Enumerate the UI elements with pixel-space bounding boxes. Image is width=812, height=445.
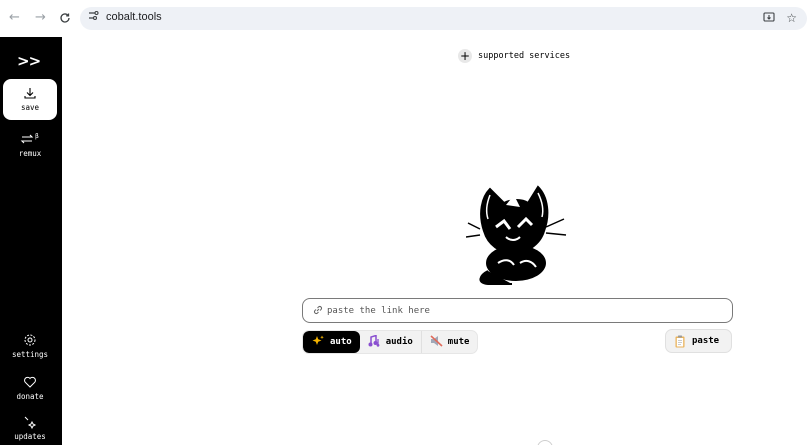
link-input[interactable] <box>327 302 722 319</box>
address-bar[interactable]: cobalt.tools ☆ <box>80 7 807 30</box>
heart-icon <box>3 374 57 390</box>
mode-label: mute <box>447 337 470 347</box>
mode-audio-button[interactable]: audio <box>360 331 421 353</box>
sidebar-item-label: remux <box>18 149 42 158</box>
paste-button[interactable]: paste <box>665 329 732 353</box>
sidebar-item-save[interactable]: save <box>3 79 57 120</box>
muted-speaker-icon <box>430 334 443 350</box>
reload-icon[interactable] <box>59 10 71 29</box>
mode-label: audio <box>385 337 413 347</box>
sidebar-item-label: save <box>20 103 40 112</box>
sidebar: >> save β remux settings donate updates <box>0 37 62 445</box>
forward-arrow-icon[interactable]: → <box>35 10 46 26</box>
link-input-container[interactable] <box>302 298 733 323</box>
bookmark-star-icon[interactable]: ☆ <box>786 11 797 26</box>
sidebar-item-label: donate <box>16 392 44 401</box>
sparkles-icon <box>311 335 325 350</box>
download-icon <box>3 85 57 101</box>
sidebar-item-label: settings <box>11 350 49 359</box>
sidebar-item-remux[interactable]: β remux <box>3 125 57 166</box>
url-text[interactable]: cobalt.tools <box>106 11 162 23</box>
sidebar-item-settings[interactable]: settings <box>3 326 57 367</box>
gear-icon <box>3 332 57 348</box>
mode-mute-button[interactable]: mute <box>422 331 478 353</box>
download-mode-switcher: auto audio mute <box>302 330 479 354</box>
clipboard-icon <box>675 335 685 347</box>
cobalt-logo[interactable]: >> <box>17 52 41 70</box>
site-settings-icon[interactable] <box>88 10 99 24</box>
browser-toolbar: ← → cobalt.tools ☆ <box>0 0 812 37</box>
back-arrow-icon[interactable]: ← <box>9 10 20 26</box>
remux-icon: β <box>3 131 57 147</box>
cobalt-cat-mascot <box>466 185 567 285</box>
sidebar-item-updates[interactable]: updates <box>3 408 57 445</box>
music-notes-icon <box>368 333 381 350</box>
sidebar-item-donate[interactable]: donate <box>3 368 57 409</box>
mode-label: auto <box>330 337 352 347</box>
link-icon <box>314 306 322 314</box>
plus-icon: + <box>458 49 472 63</box>
sidebar-item-label: updates <box>14 432 46 441</box>
supported-services-label: supported services <box>478 51 571 61</box>
main-content <box>62 37 812 445</box>
mode-auto-button[interactable]: auto <box>303 331 360 353</box>
paste-label: paste <box>692 336 720 346</box>
install-app-icon[interactable] <box>763 11 775 27</box>
svg-text:β: β <box>35 133 39 140</box>
sparkle-icon <box>3 414 57 430</box>
supported-services-button[interactable]: + supported services <box>458 49 570 63</box>
